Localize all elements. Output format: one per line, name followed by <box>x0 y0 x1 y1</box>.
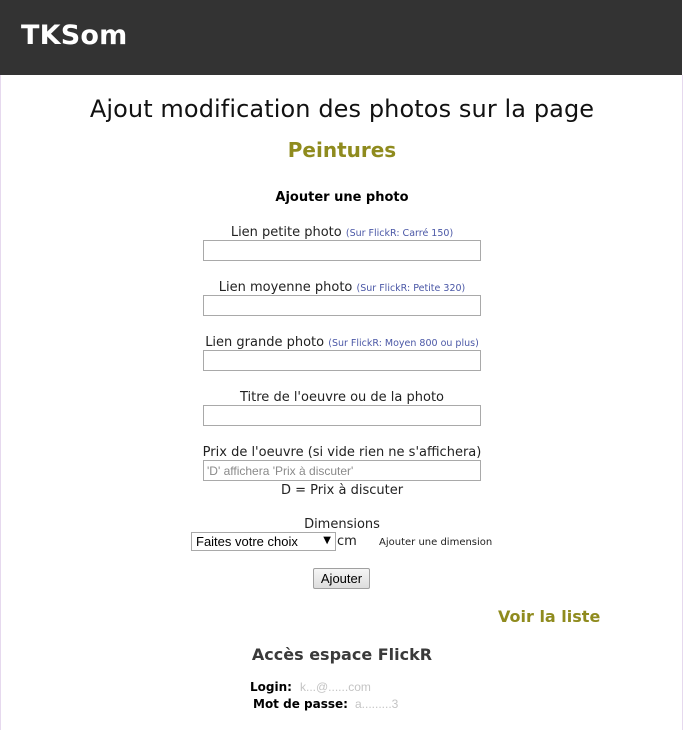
dimensions-select[interactable]: Faites votre choix ▼ <box>191 532 336 551</box>
password-label: Mot de passe: <box>253 697 348 711</box>
title-input[interactable] <box>203 405 481 426</box>
view-list-link[interactable]: Voir la liste <box>498 607 600 626</box>
title-label: Titre de l'oeuvre ou de la photo <box>240 390 444 405</box>
section-title: Peintures <box>287 138 397 162</box>
form-heading: Ajouter une photo <box>275 190 409 205</box>
flickr-section-title: Accès espace FlickR <box>251 645 433 664</box>
large-photo-label: Lien grande photo <box>205 335 325 350</box>
price-label: Prix de l'oeuvre (si vide rien ne s'affi… <box>202 445 482 460</box>
medium-photo-input[interactable] <box>203 295 481 316</box>
page-title: Ajout modification des photos sur la pag… <box>89 95 595 123</box>
price-placeholder: 'D' affichera 'Prix à discuter' <box>207 464 354 478</box>
add-photo-button[interactable]: Ajouter <box>313 568 370 589</box>
medium-photo-hint: (Sur FlickR: Petite 320) <box>356 283 466 294</box>
medium-photo-label-row: Lien moyenne photo (Sur FlickR: Petite 3… <box>0 280 684 295</box>
medium-photo-label: Lien moyenne photo <box>218 280 353 295</box>
password-value: a.........3 <box>355 697 399 711</box>
large-photo-input[interactable] <box>203 350 481 371</box>
small-photo-label-row: Lien petite photo (Sur FlickR: Carré 150… <box>0 225 684 240</box>
brand-logo[interactable]: TKSom <box>21 20 127 51</box>
login-value: k...@......com <box>300 680 371 694</box>
login-label: Login: <box>250 680 292 694</box>
top-header: TKSom <box>0 0 682 75</box>
price-note: D = Prix à discuter <box>280 483 404 498</box>
chevron-down-icon: ▼ <box>323 535 331 546</box>
small-photo-input[interactable] <box>203 240 481 261</box>
small-photo-label: Lien petite photo <box>230 225 342 240</box>
dimensions-label: Dimensions <box>304 517 380 532</box>
large-photo-hint: (Sur FlickR: Moyen 800 ou plus) <box>328 338 479 349</box>
add-dimension-link[interactable]: Ajouter une dimension <box>379 537 492 548</box>
price-input[interactable]: 'D' affichera 'Prix à discuter' <box>203 460 481 481</box>
small-photo-hint: (Sur FlickR: Carré 150) <box>345 228 454 239</box>
dimensions-selected-value: Faites votre choix <box>196 534 298 549</box>
dimensions-unit: cm <box>337 534 357 549</box>
large-photo-label-row: Lien grande photo (Sur FlickR: Moyen 800… <box>0 335 684 350</box>
